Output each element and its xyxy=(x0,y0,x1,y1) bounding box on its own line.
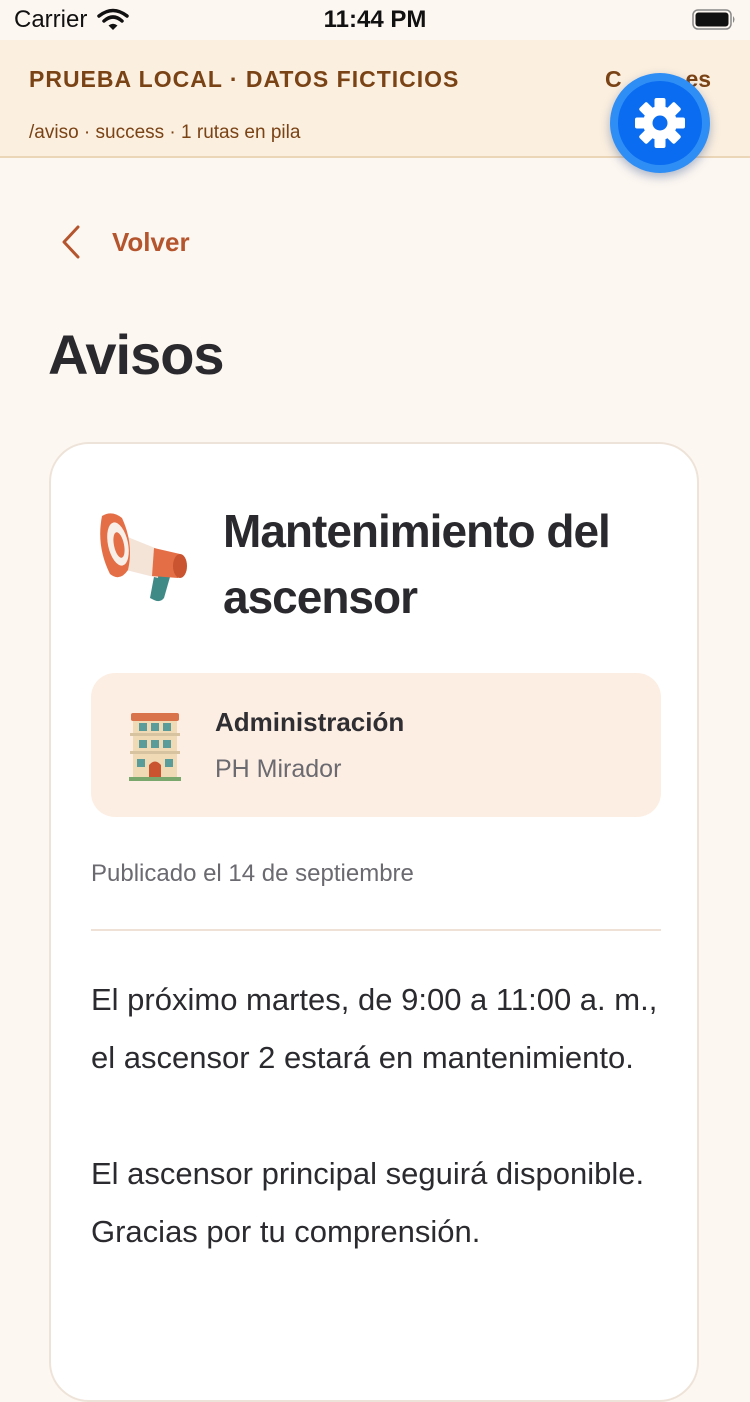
status-clock: 11:44 PM xyxy=(323,6,427,33)
settings-button-face xyxy=(618,81,702,165)
back-button[interactable]: Volver xyxy=(60,224,190,260)
publisher-org: PH Mirador xyxy=(215,755,342,783)
chevron-left-icon xyxy=(62,225,80,259)
building-icon xyxy=(129,713,181,781)
gear-icon xyxy=(635,98,685,148)
back-label: Volver xyxy=(112,226,190,257)
battery-icon xyxy=(692,9,735,30)
notice-title: Mantenimiento del ascensor xyxy=(223,505,611,623)
divider xyxy=(91,929,661,931)
settings-button[interactable] xyxy=(610,73,710,173)
notice-paragraph: El próximo martes, de 9:00 a 11:00 a. m.… xyxy=(91,982,658,1075)
published-date: Publicado el 14 de septiembre xyxy=(91,860,414,887)
page-title: Avisos xyxy=(48,323,225,386)
notice-card: Mantenimiento del ascensor Administració… xyxy=(49,442,699,1402)
notice-paragraph: El ascensor principal seguirá disponible… xyxy=(91,1156,645,1249)
banner-title: PRUEBA LOCAL · DATOS FICTICIOS xyxy=(29,66,460,92)
megaphone-icon xyxy=(100,513,187,602)
debug-banner: PRUEBA LOCAL · DATOS FICTICIOS C es /avi… xyxy=(0,40,750,173)
publisher-name: Administración xyxy=(215,707,405,737)
publisher-box: Administración PH Mirador xyxy=(91,673,661,817)
status-bar: Carrier 11:44 PM xyxy=(0,0,750,40)
notice-body: El próximo martes, de 9:00 a 11:00 a. m.… xyxy=(91,971,666,1319)
banner-route-info: /aviso · success · 1 rutas en pila xyxy=(29,122,301,143)
